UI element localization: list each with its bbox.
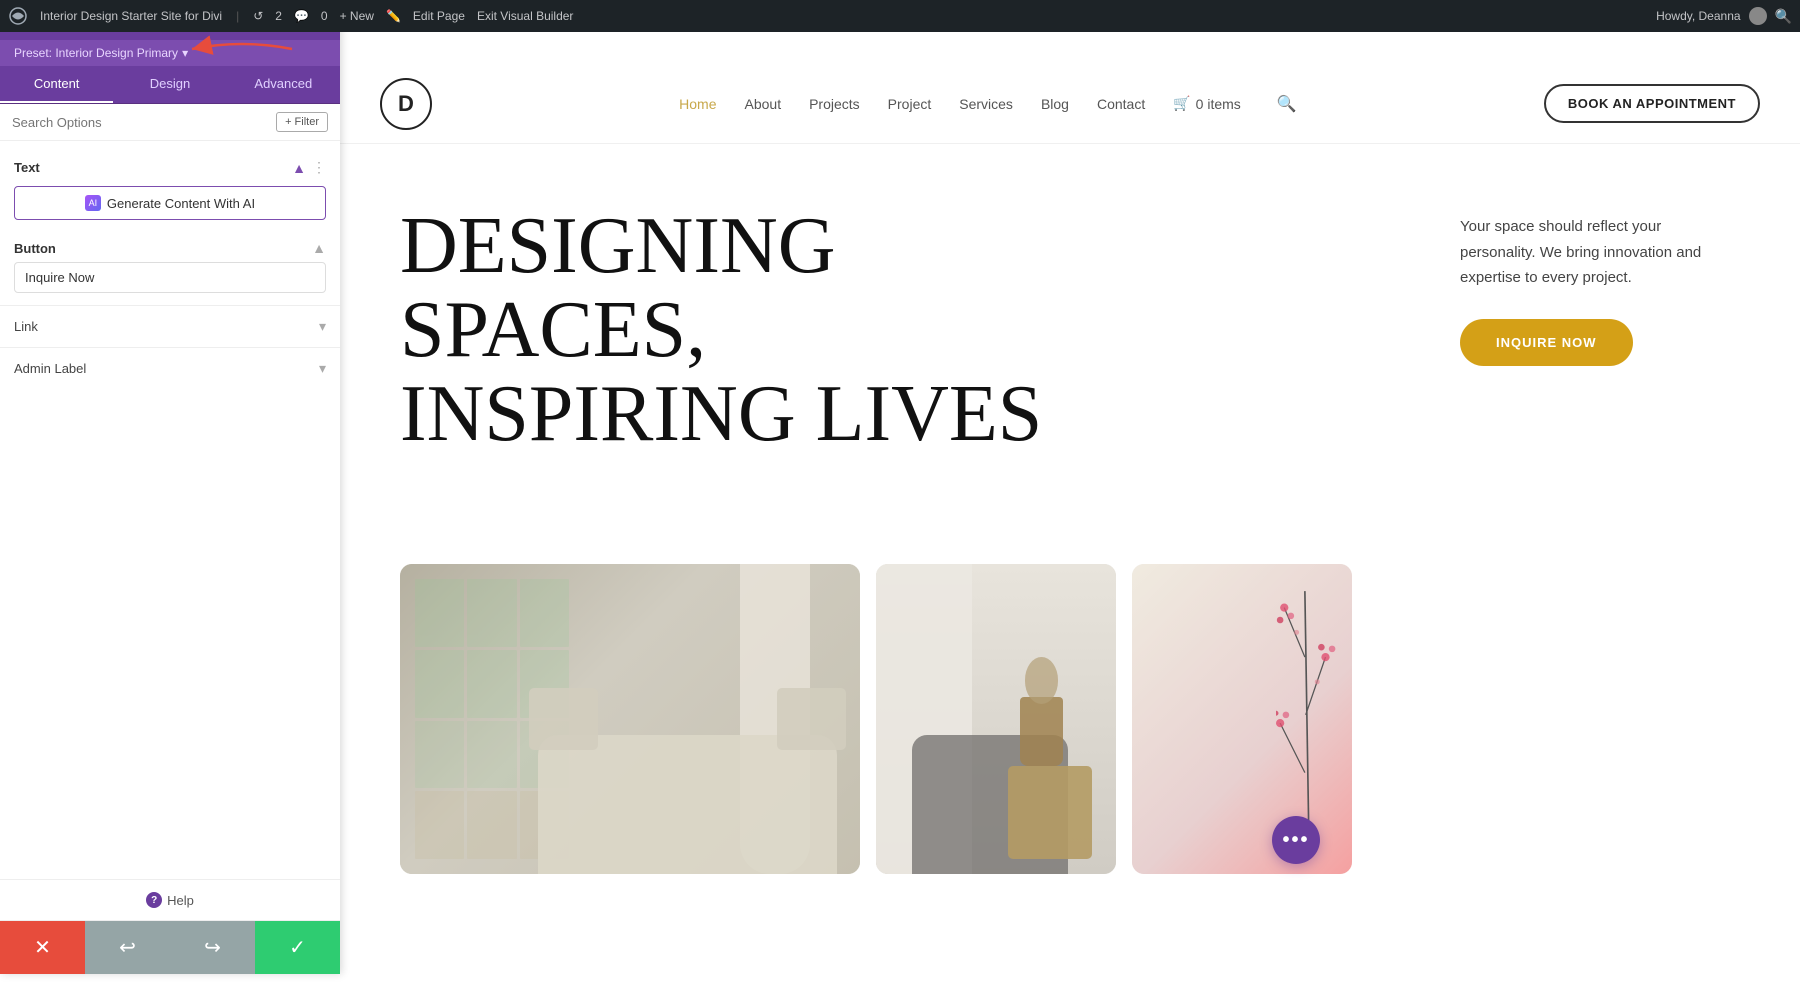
- book-appointment-button[interactable]: BOOK AN APPOINTMENT: [1544, 84, 1760, 123]
- hero-right: Your space should reflect your personali…: [1420, 204, 1740, 366]
- admin-search-icon[interactable]: 🔍: [1775, 8, 1792, 25]
- sofa-arm-right: [777, 688, 846, 750]
- help-button[interactable]: ? Help: [146, 892, 194, 908]
- gallery-image-2: [876, 564, 1116, 874]
- preset-chevron: ▾: [182, 46, 188, 60]
- filter-button[interactable]: + Filter: [276, 112, 328, 132]
- panel-tabs: Content Design Advanced: [0, 66, 340, 104]
- admin-label-header[interactable]: Admin Label ▾: [0, 348, 340, 389]
- link-section-title: Link: [14, 319, 38, 334]
- link-chevron-down-icon: ▾: [319, 318, 326, 335]
- text-section-more[interactable]: ⋮: [312, 159, 326, 176]
- preset-label[interactable]: Preset: Interior Design Primary: [14, 46, 178, 60]
- howdy-text: Howdy, Deanna: [1656, 9, 1741, 23]
- pencil-icon: ✏️: [386, 9, 401, 23]
- nav-projects[interactable]: Projects: [809, 96, 860, 112]
- room-bg-2: [876, 564, 1116, 874]
- sofa-arm-left: [529, 688, 598, 750]
- search-input[interactable]: [12, 115, 270, 130]
- hero-description: Your space should reflect your personali…: [1460, 214, 1740, 291]
- revision-count[interactable]: 2: [275, 9, 282, 23]
- text-section-header[interactable]: Text ▲ ⋮: [0, 149, 340, 182]
- main-content: D Home About Projects Project Services B…: [340, 64, 1800, 1006]
- panel-content: Text ▲ ⋮ AI Generate Content With AI But…: [0, 141, 340, 879]
- exit-visual-link[interactable]: Exit Visual Builder: [477, 9, 574, 23]
- gallery-image-1: [400, 564, 860, 874]
- table-shape: [1008, 766, 1092, 859]
- revision-icon: ↺: [253, 9, 263, 23]
- cart-items-count: 0 items: [1196, 96, 1241, 112]
- admin-label-section: Admin Label ▾: [0, 347, 340, 389]
- admin-label-chevron-icon: ▾: [319, 360, 326, 377]
- vase-shape: [1020, 697, 1063, 765]
- comment-count[interactable]: 0: [321, 9, 328, 23]
- text-section-chevron-up[interactable]: ▲: [292, 160, 306, 176]
- ai-generate-button[interactable]: AI Generate Content With AI: [14, 186, 326, 220]
- hero-section: DESIGNING SPACES, INSPIRING LIVES Your s…: [340, 144, 1800, 564]
- text-section-title: Text: [14, 160, 40, 175]
- preset-row: Preset: Interior Design Primary ▾: [0, 40, 340, 66]
- tab-content[interactable]: Content: [0, 66, 113, 103]
- cart-icon: 🛒: [1173, 95, 1190, 112]
- site-name[interactable]: Interior Design Starter Site for Divi: [40, 9, 222, 23]
- new-link[interactable]: + New: [340, 9, 374, 23]
- gallery-section: •••: [340, 564, 1800, 904]
- button-section-title: Button: [14, 241, 56, 256]
- button-section-chevron: ▲: [312, 240, 326, 256]
- inquire-now-button[interactable]: INQUIRE NOW: [1460, 319, 1633, 366]
- admin-bar-left: Interior Design Starter Site for Divi | …: [8, 6, 1656, 26]
- gallery-image-3: [1132, 564, 1352, 874]
- floating-dots-button[interactable]: •••: [1272, 816, 1320, 864]
- help-label: Help: [167, 893, 194, 908]
- room-bg-1: [400, 564, 860, 874]
- nav-project[interactable]: Project: [888, 96, 932, 112]
- nav-services[interactable]: Services: [959, 96, 1013, 112]
- button-text-input[interactable]: [14, 262, 326, 293]
- cancel-button[interactable]: ✕: [0, 921, 85, 974]
- panel-bottom-bar: ✕ ↩ ↪ ✓: [0, 920, 340, 974]
- help-icon: ?: [146, 892, 162, 908]
- ai-icon: AI: [85, 195, 101, 211]
- admin-label-title: Admin Label: [14, 361, 86, 376]
- wp-logo-icon[interactable]: [8, 6, 28, 26]
- edit-page-link[interactable]: Edit Page: [413, 9, 465, 23]
- admin-bar-right: Howdy, Deanna 🔍: [1656, 7, 1792, 25]
- link-section: Link ▾: [0, 305, 340, 347]
- undo-button[interactable]: ↩: [85, 921, 170, 974]
- sofa-shape: [538, 735, 837, 875]
- save-button[interactable]: ✓: [255, 921, 340, 974]
- nav-blog[interactable]: Blog: [1041, 96, 1069, 112]
- room-bg-3: [1132, 564, 1352, 874]
- site-header: D Home About Projects Project Services B…: [340, 64, 1800, 144]
- tab-design[interactable]: Design: [113, 66, 226, 103]
- ai-button-label: Generate Content With AI: [107, 196, 255, 211]
- tab-advanced[interactable]: Advanced: [227, 66, 340, 103]
- plant-top: [1025, 657, 1059, 704]
- hero-title: DESIGNING SPACES, INSPIRING LIVES: [400, 204, 1100, 456]
- redo-button[interactable]: ↪: [170, 921, 255, 974]
- link-section-header[interactable]: Link ▾: [0, 306, 340, 347]
- site-nav: Home About Projects Project Services Blo…: [679, 94, 1297, 114]
- nav-about[interactable]: About: [745, 96, 782, 112]
- hero-left: DESIGNING SPACES, INSPIRING LIVES: [400, 204, 1420, 456]
- user-avatar: [1749, 7, 1767, 25]
- nav-search-icon[interactable]: 🔍: [1277, 94, 1297, 114]
- button-section-header[interactable]: Button ▲: [0, 230, 340, 262]
- admin-bar: Interior Design Starter Site for Divi | …: [0, 0, 1800, 32]
- comment-icon: 💬: [294, 9, 309, 23]
- site-logo[interactable]: D: [380, 78, 432, 130]
- panel-footer: ? Help: [0, 879, 340, 920]
- nav-contact[interactable]: Contact: [1097, 96, 1145, 112]
- left-panel: Button Settings ⧉ ▦ ⋮ Preset: Interior D…: [0, 0, 340, 974]
- nav-cart[interactable]: 🛒 0 items: [1173, 95, 1241, 112]
- panel-search: + Filter: [0, 104, 340, 141]
- nav-home[interactable]: Home: [679, 96, 716, 112]
